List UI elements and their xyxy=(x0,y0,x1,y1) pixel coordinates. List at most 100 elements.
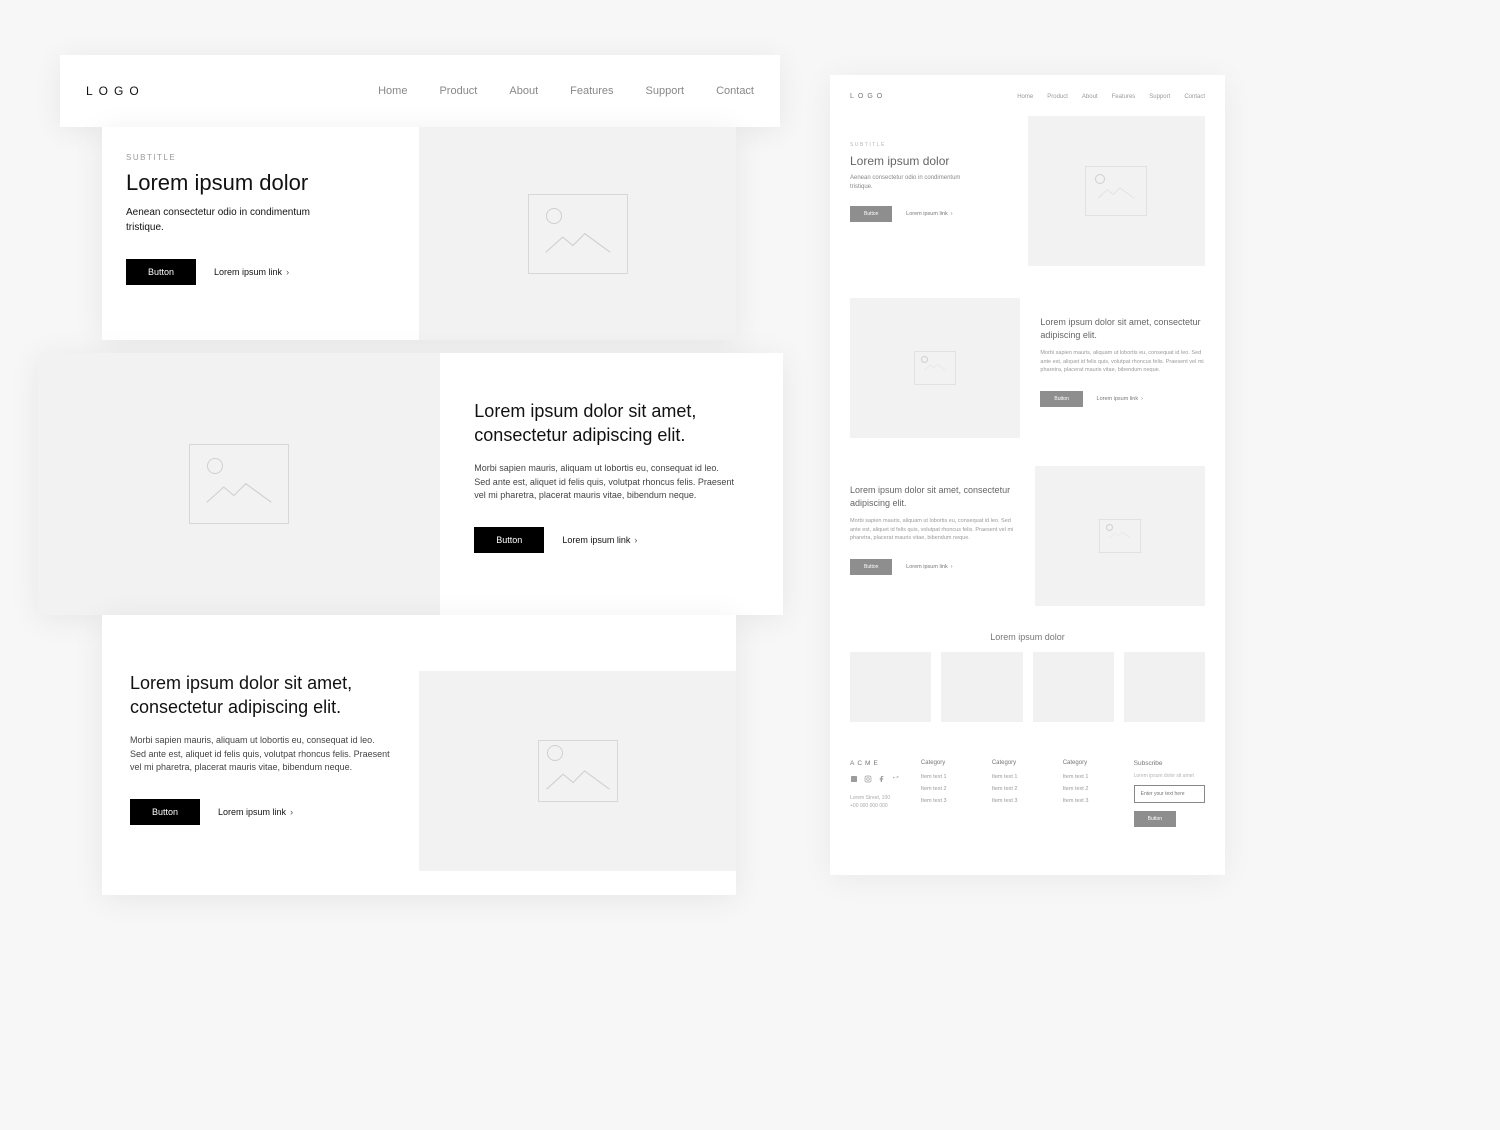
nav-product[interactable]: Product xyxy=(439,85,477,97)
mini-footer-link[interactable]: Item text 1 xyxy=(1063,774,1118,780)
brand-logo: LOGO xyxy=(86,84,145,98)
facebook-icon[interactable] xyxy=(878,775,886,785)
hero-image-placeholder xyxy=(419,127,736,340)
image-icon xyxy=(1091,172,1141,210)
mini-hero-link[interactable]: Lorem ipsum link› xyxy=(906,211,952,217)
mini-footer-link[interactable]: Item text 2 xyxy=(1063,786,1118,792)
section3-title: Lorem ipsum dolor sit amet, consectetur … xyxy=(130,671,391,720)
mini-nav: Home Product About Features Support Cont… xyxy=(1017,94,1205,100)
mini-footer-col-heading: Category xyxy=(921,760,976,766)
mini-footer-address-line2: +00 000 000 000 xyxy=(850,803,905,811)
chevron-right-icon: › xyxy=(634,535,637,545)
section2-link[interactable]: Lorem ipsum link › xyxy=(562,535,637,545)
mini-grid-title: Lorem ipsum dolor xyxy=(830,620,1225,652)
mini-footer-col-heading: Category xyxy=(992,760,1047,766)
mini-footer-brand: ACME xyxy=(850,760,905,767)
section3-button[interactable]: Button xyxy=(130,799,200,825)
hero-button[interactable]: Button xyxy=(126,259,196,285)
mini-section-a-body: Morbi sapien mauris, aliquam ut lobortis… xyxy=(1040,349,1205,375)
mini-footer-link[interactable]: Item text 2 xyxy=(921,786,976,792)
mini-subscribe-input[interactable] xyxy=(1134,785,1205,803)
image-icon xyxy=(918,355,952,381)
mini-section-b-body: Morbi sapien mauris, aliquam ut lobortis… xyxy=(850,517,1015,543)
section2-body: Morbi sapien mauris, aliquam ut lobortis… xyxy=(474,462,734,504)
mini-footer-link[interactable]: Item text 1 xyxy=(992,774,1047,780)
hero-body: Aenean consectetur odio in condimentum t… xyxy=(126,206,326,235)
mini-footer: ACME Lorem Street, 100 +00 000 000 000 C… xyxy=(830,746,1225,847)
mini-card xyxy=(941,652,1022,722)
section3-link[interactable]: Lorem ipsum link › xyxy=(218,807,293,817)
image-icon xyxy=(538,204,618,264)
linkedin-icon[interactable] xyxy=(850,775,858,785)
hero-title: Lorem ipsum dolor xyxy=(126,170,395,196)
mini-section-b-title: Lorem ipsum dolor sit amet, consectetur … xyxy=(850,484,1015,509)
mini-nav-features[interactable]: Features xyxy=(1112,94,1136,100)
chevron-right-icon: › xyxy=(951,211,953,217)
chevron-right-icon: › xyxy=(951,564,953,570)
mini-section-a-title: Lorem ipsum dolor sit amet, consectetur … xyxy=(1040,316,1205,341)
mini-footer-link[interactable]: Item text 3 xyxy=(921,798,976,804)
mini-nav-product[interactable]: Product xyxy=(1047,94,1068,100)
top-nav: Home Product About Features Support Cont… xyxy=(378,85,754,97)
mini-subscribe-button[interactable]: Button xyxy=(1134,811,1176,827)
mini-nav-support[interactable]: Support xyxy=(1149,94,1170,100)
section2-button[interactable]: Button xyxy=(474,527,544,553)
mini-hero-body: Aenean consectetur odio in condimentum t… xyxy=(850,174,980,192)
section2-copy: Lorem ipsum dolor sit amet, consectetur … xyxy=(440,353,783,615)
mini-nav-about[interactable]: About xyxy=(1082,94,1098,100)
section2-image-placeholder xyxy=(38,353,440,615)
mini-hero: SUBTITLE Lorem ipsum dolor Aenean consec… xyxy=(830,110,1225,284)
mini-section-a: Lorem ipsum dolor sit amet, consectetur … xyxy=(830,284,1225,452)
mini-nav-contact[interactable]: Contact xyxy=(1184,94,1205,100)
mini-header: LOGO Home Product About Features Support… xyxy=(830,75,1225,110)
image-icon xyxy=(539,741,617,801)
mini-section-b-button[interactable]: Button xyxy=(850,559,892,575)
twitter-icon[interactable] xyxy=(892,775,900,785)
nav-home[interactable]: Home xyxy=(378,85,407,97)
section3-copy: Lorem ipsum dolor sit amet, consectetur … xyxy=(102,615,419,895)
mini-card xyxy=(1124,652,1205,722)
mini-subscribe-heading: Subscribe xyxy=(1134,760,1205,767)
mini-card xyxy=(850,652,931,722)
mini-footer-link[interactable]: Item text 2 xyxy=(992,786,1047,792)
mini-hero-button[interactable]: Button xyxy=(850,206,892,222)
mini-subscribe-hint: Lorem ipsum dolor sit amet xyxy=(1134,773,1205,779)
mini-social-icons xyxy=(850,775,905,785)
mini-section-b: Lorem ipsum dolor sit amet, consectetur … xyxy=(830,452,1225,620)
nav-about[interactable]: About xyxy=(509,85,538,97)
mini-logo: LOGO xyxy=(850,93,886,100)
mini-section-a-link[interactable]: Lorem ipsum link› xyxy=(1097,396,1143,402)
mini-hero-image-placeholder xyxy=(1028,116,1206,266)
nav-features[interactable]: Features xyxy=(570,85,613,97)
section2-pane: Lorem ipsum dolor sit amet, consectetur … xyxy=(38,353,783,615)
hero-link-label: Lorem ipsum link xyxy=(214,267,282,277)
mini-footer-col-heading: Category xyxy=(1063,760,1118,766)
hero-link[interactable]: Lorem ipsum link › xyxy=(214,267,289,277)
mini-hero-subtitle: SUBTITLE xyxy=(850,142,1028,148)
mini-section-b-link[interactable]: Lorem ipsum link› xyxy=(906,564,952,570)
mini-page-preview: LOGO Home Product About Features Support… xyxy=(830,75,1225,875)
instagram-icon[interactable] xyxy=(864,775,872,785)
section3-body: Morbi sapien mauris, aliquam ut lobortis… xyxy=(130,734,390,776)
mini-nav-home[interactable]: Home xyxy=(1017,94,1033,100)
mini-section-b-image-placeholder xyxy=(1035,466,1205,606)
mini-footer-address-line1: Lorem Street, 100 xyxy=(850,795,905,803)
mini-card xyxy=(1033,652,1114,722)
nav-contact[interactable]: Contact xyxy=(716,85,754,97)
image-icon xyxy=(1103,523,1137,549)
chevron-right-icon: › xyxy=(286,267,289,277)
mini-grid xyxy=(830,652,1225,746)
chevron-right-icon: › xyxy=(290,807,293,817)
nav-support[interactable]: Support xyxy=(646,85,685,97)
section3-pane: Lorem ipsum dolor sit amet, consectetur … xyxy=(102,615,736,895)
mini-footer-link[interactable]: Item text 3 xyxy=(992,798,1047,804)
mini-section-a-button[interactable]: Button xyxy=(1040,391,1082,407)
mini-footer-link[interactable]: Item text 3 xyxy=(1063,798,1118,804)
section2-title: Lorem ipsum dolor sit amet, consectetur … xyxy=(474,399,744,448)
chevron-right-icon: › xyxy=(1141,396,1143,402)
image-icon xyxy=(199,454,279,514)
section2-link-label: Lorem ipsum link xyxy=(562,535,630,545)
mini-footer-link[interactable]: Item text 1 xyxy=(921,774,976,780)
mini-section-a-image-placeholder xyxy=(850,298,1020,438)
section3-image-placeholder xyxy=(419,671,736,871)
